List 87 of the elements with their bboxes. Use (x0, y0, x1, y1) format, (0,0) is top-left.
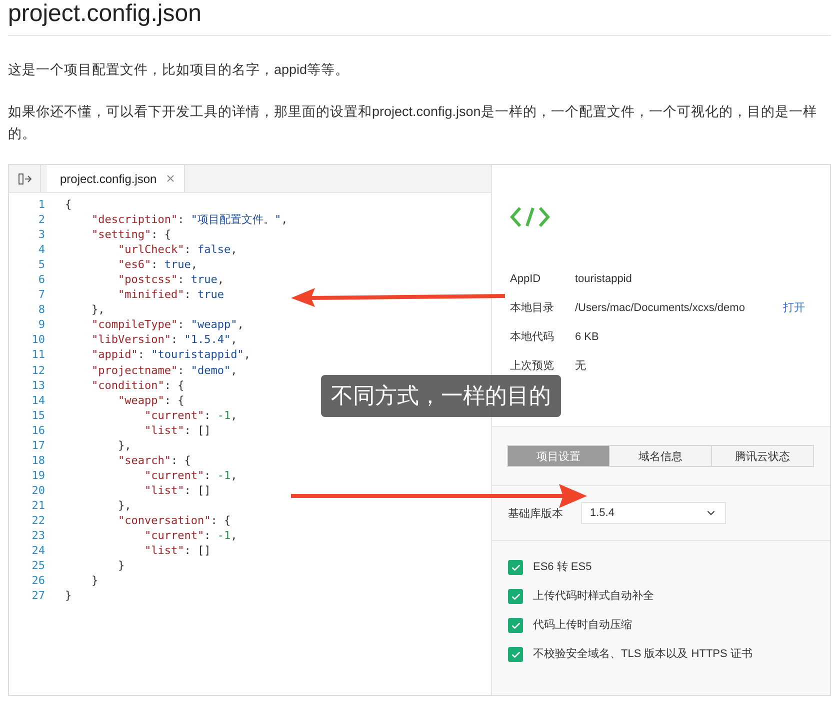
code-line: "minified": true (116, 287, 224, 302)
code-line: }, (116, 438, 132, 453)
checkmark-icon (510, 562, 520, 572)
segment-tab[interactable]: 域名信息 (609, 445, 712, 467)
paragraph: 如果你还不懂，可以看下开发工具的详情，那里面的设置和project.config.json是一样的，一个配置文件，一个可视化的，目的是一样的。 (8, 103, 818, 143)
checkbox[interactable] (508, 618, 523, 633)
detail-label: 上次预览 (510, 359, 555, 374)
detail-label: AppID (510, 272, 542, 287)
code-line: "projectname": "demo", (90, 362, 238, 378)
line-number: 18 (30, 452, 46, 468)
code-line: "search": { (116, 452, 191, 468)
detail-value: 6 KB (575, 330, 600, 345)
code-line: "weapp": { (116, 392, 184, 408)
code-icon (510, 205, 550, 229)
code-line: "condition": { (90, 378, 184, 393)
line-number: 26 (30, 573, 46, 588)
line-number: 19 (30, 468, 46, 483)
line-number: 10 (30, 332, 46, 348)
file-tab[interactable]: project.config.json (47, 165, 185, 192)
code-line: "es6": true, (116, 257, 198, 272)
video-caption: 不同方式，一样的目的 (321, 375, 561, 417)
detail-value: 无 (575, 359, 587, 374)
option-label: 上传代码时样式自动补全 (533, 589, 654, 604)
field-label: 基础库版本 (508, 506, 563, 520)
line-number: 13 (30, 378, 46, 393)
code-line: "description": "项目配置文件。", (90, 212, 288, 228)
detail-label: 本地代码 (510, 330, 555, 345)
page-title: project.config.json (8, 0, 831, 36)
line-number: 20 (30, 482, 46, 498)
open-link[interactable]: 打开 (783, 300, 805, 317)
line-number: 22 (30, 512, 46, 528)
checkbox[interactable] (508, 589, 523, 604)
line-number: 4 (37, 242, 46, 258)
code-line: "conversation": { (116, 512, 231, 528)
close-icon[interactable] (164, 173, 176, 184)
code-line: "list": [] (143, 543, 211, 558)
checkbox[interactable] (508, 647, 523, 662)
code-line: "libVersion": "1.5.4", (90, 332, 238, 348)
code-line: } (65, 588, 72, 604)
checkmark-icon (510, 592, 520, 602)
code-line: "list": [] (143, 422, 211, 438)
panel-arrow-icon (18, 172, 32, 184)
code-line: "current": -1, (143, 528, 238, 544)
line-number: 12 (30, 362, 46, 378)
line-number: 11 (30, 347, 46, 363)
code-line: "list": [] (143, 482, 211, 498)
checkmark-icon (510, 650, 520, 660)
code-line: "current": -1, (143, 468, 238, 483)
line-number: 27 (30, 588, 46, 604)
code-line: { (65, 197, 72, 212)
line-number: 23 (30, 528, 46, 544)
version-select[interactable]: 1.5.4 (581, 502, 726, 524)
line-number: 15 (30, 408, 46, 423)
detail-value: touristappid (575, 272, 633, 287)
code-line: } (90, 573, 98, 588)
line-number: 6 (37, 272, 46, 288)
line-number: 16 (30, 422, 46, 438)
line-number: 17 (30, 438, 46, 453)
paragraph: 这是一个项目配置文件，比如项目的名字，appid等等。 (8, 61, 350, 79)
option-label: 代码上传时自动压缩 (533, 618, 632, 633)
code-line: "appid": "touristappid", (90, 347, 250, 363)
checkmark-icon (510, 620, 520, 630)
line-number: 24 (30, 543, 46, 558)
line-number: 3 (37, 227, 46, 242)
code-line: "postcss": true, (116, 272, 224, 288)
line-number: 25 (30, 558, 46, 574)
line-number: 9 (37, 317, 46, 332)
code-line: "compileType": "weapp", (90, 317, 244, 332)
detail-label: 本地目录 (510, 301, 555, 316)
code-line: }, (90, 302, 105, 318)
line-number: 21 (30, 498, 46, 513)
detail-value: /Users/mac/Documents/xcxs/demo (575, 301, 746, 316)
code-line: } (116, 558, 125, 574)
checkbox[interactable] (508, 560, 523, 575)
line-number: 5 (37, 257, 46, 272)
code-line: "setting": { (90, 227, 171, 242)
option-label: 不校验安全域名、TLS 版本以及 HTTPS 证书 (533, 647, 752, 662)
line-number: 8 (37, 302, 46, 318)
line-number: 1 (37, 197, 46, 212)
line-number: 7 (37, 287, 46, 302)
line-number: 2 (37, 212, 46, 228)
code-line: }, (116, 498, 132, 513)
segment-tab[interactable]: 腾讯云状态 (711, 445, 814, 467)
option-label: ES6 转 ES5 (533, 560, 592, 575)
code-line: "current": -1, (143, 408, 238, 423)
line-number: 14 (30, 392, 46, 408)
code-line: "urlCheck": false, (116, 242, 238, 258)
